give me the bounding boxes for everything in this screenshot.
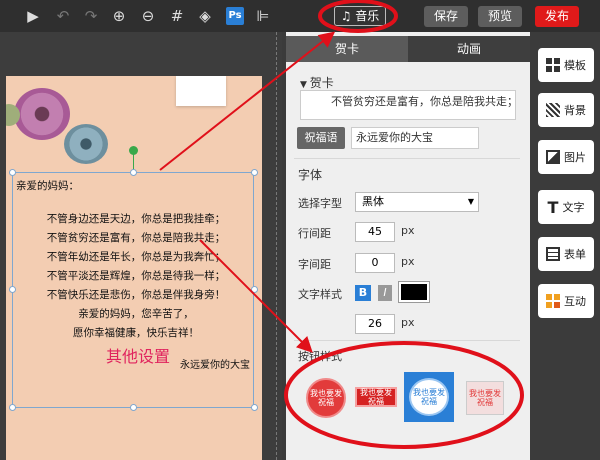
card-text-field[interactable]: 不管贫穷还是富有，你总是陪我共走； [300,90,516,120]
undo-icon[interactable]: ↶ [54,7,72,25]
resize-handle[interactable] [251,286,258,293]
bold-toggle[interactable]: B [355,285,371,301]
resize-handle[interactable] [130,404,137,411]
text-color-swatch[interactable] [398,281,430,303]
sidebar-item-background[interactable]: 背景 [538,93,594,127]
button-style-option-1[interactable]: 我也要发祝福 [304,378,348,418]
align-icon[interactable]: ⊫ [254,7,272,25]
resize-handle[interactable] [130,169,137,176]
font-section-title: 字体 [298,168,323,182]
ps-icon[interactable]: Ps [226,7,244,25]
right-sidebar: 模板 背景 图片 T 文字 表单 互动 [532,32,600,460]
properties-panel: 贺卡 动画 ▼ 贺卡 不管贫穷还是富有，你总是陪我共走； 祝福语 永远爱你的大宝… [286,32,530,460]
collapse-icon: ▼ [300,80,310,90]
sidebar-item-label: 图片 [564,151,586,164]
tab-card[interactable]: 贺卡 [286,36,408,62]
sidebar-item-label: 互动 [564,295,586,308]
sidebar-item-label: 表单 [564,248,586,261]
redo-icon[interactable]: ↷ [82,7,100,25]
preview-button[interactable]: 预览 [478,6,522,27]
resize-handle[interactable] [9,169,16,176]
resize-handle[interactable] [9,286,16,293]
font-size-unit: px [401,316,415,329]
card-section-title: 贺卡 [309,76,334,90]
template-icon [546,58,560,72]
letter-spacing-unit: px [401,255,415,268]
top-toolbar: ▶ ↶ ↷ ⊕ ⊖ # ◈ Ps ⊫ ♫ 音乐 保存 预览 发布 [0,0,600,32]
line-spacing-input[interactable]: 45 [355,222,395,242]
line-spacing-unit: px [401,224,415,237]
button-style-label: 我也要发祝福 [409,378,449,416]
resize-handle[interactable] [251,169,258,176]
zoom-in-icon[interactable]: ⊕ [110,7,128,25]
play-icon[interactable]: ▶ [24,7,42,25]
music-button[interactable]: ♫ 音乐 [334,6,386,26]
blessing-label: 祝福语 [297,127,345,149]
button-style-option-2[interactable]: 我也要发祝福 [353,380,399,414]
form-icon [546,247,560,261]
zoom-out-icon[interactable]: ⊖ [139,7,157,25]
layers-icon[interactable]: ◈ [196,7,214,25]
tab-animation[interactable]: 动画 [408,36,530,62]
rotate-handle[interactable] [129,146,138,155]
sidebar-item-label: 文字 [562,201,585,214]
sidebar-item-label: 模板 [564,59,586,72]
button-style-option-4[interactable]: 我也要发祝福 [464,378,506,418]
purple-flower-decoration [14,88,70,140]
interaction-icon [546,294,560,308]
divider [294,340,520,341]
sidebar-item-template[interactable]: 模板 [538,48,594,82]
selection-box[interactable] [12,172,254,408]
save-button[interactable]: 保存 [424,6,468,27]
sidebar-item-label: 背景 [564,104,586,117]
blue-flower-decoration [64,124,108,164]
letter-spacing-input[interactable]: 0 [355,253,395,273]
resize-handle[interactable] [9,404,16,411]
divider [294,158,520,159]
button-style-option-3[interactable]: 我也要发祝福 [404,372,454,422]
panel-tabs: 贺卡 动画 [286,32,530,62]
text-icon: T [547,197,559,217]
background-icon [546,103,560,117]
button-style-label: 我也要发祝福 [355,387,397,407]
font-type-label: 选择字型 [298,197,342,210]
card-section-header[interactable]: ▼ 贺卡 [300,74,334,91]
font-type-select[interactable]: 黑体 ▼ [355,192,479,212]
blessing-input[interactable]: 永远爱你的大宝 [351,127,479,149]
font-type-value: 黑体 [362,195,384,208]
button-style-label: 我也要发祝福 [306,378,346,418]
grid-icon[interactable]: # [168,7,186,25]
sidebar-item-text[interactable]: T 文字 [538,190,594,224]
sidebar-item-interaction[interactable]: 互动 [538,284,594,318]
text-style-label: 文字样式 [298,288,342,301]
letter-spacing-label: 字间距 [298,258,331,271]
line-spacing-label: 行间距 [298,227,331,240]
sidebar-item-form[interactable]: 表单 [538,237,594,271]
button-style-section-title: 按钮样式 [298,350,342,363]
resize-handle[interactable] [251,404,258,411]
canvas-guide-line [276,32,278,460]
chevron-down-icon: ▼ [467,197,474,206]
publish-button[interactable]: 发布 [535,6,579,27]
button-style-label: 我也要发祝福 [466,381,504,415]
font-size-input[interactable]: 26 [355,314,395,334]
italic-toggle[interactable]: I [378,285,392,301]
card-text-value: 不管贫穷还是富有，你总是陪我共走； [331,95,516,108]
photo-frame-decoration [176,76,226,106]
sidebar-item-image[interactable]: 图片 [538,140,594,174]
image-icon [546,150,560,164]
